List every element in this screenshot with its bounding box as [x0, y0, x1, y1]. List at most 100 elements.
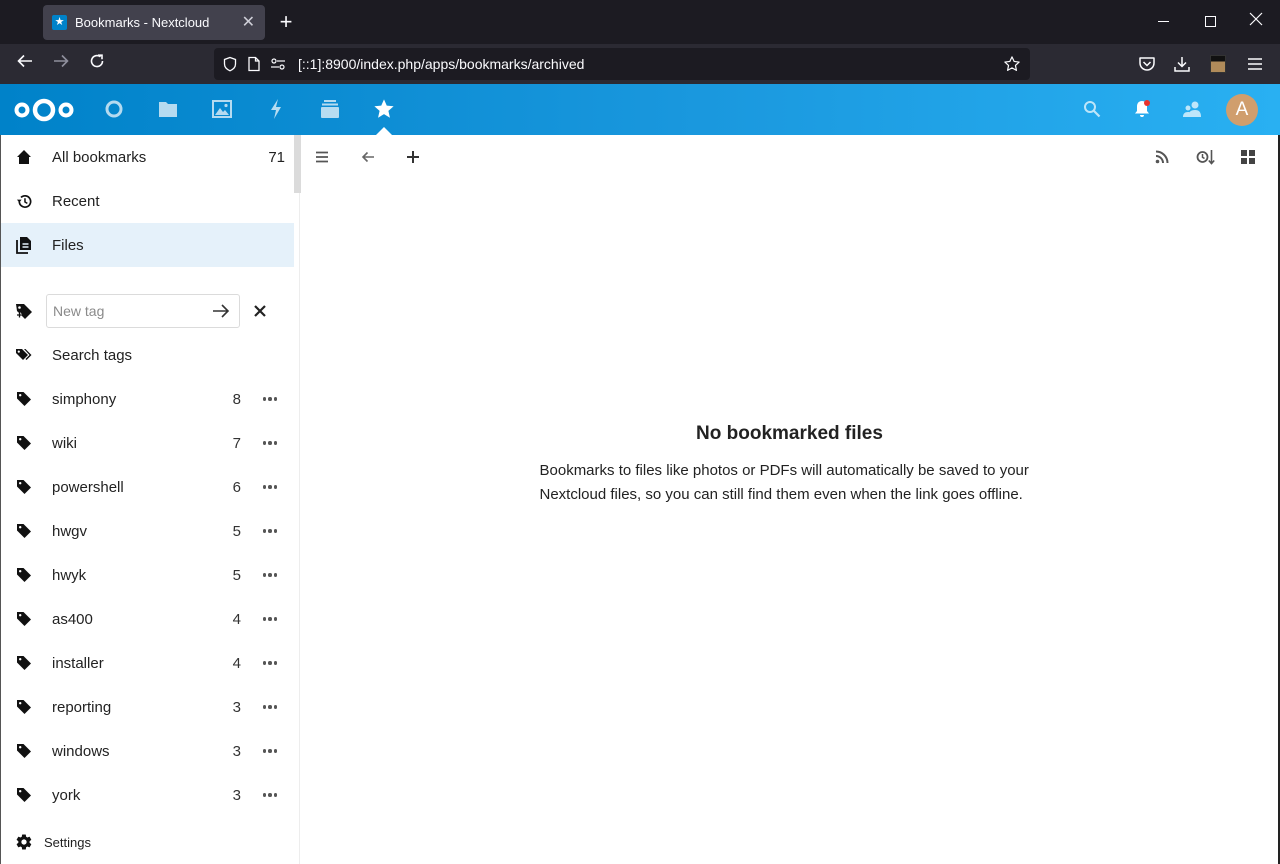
url-bar[interactable]: [::1]:8900/index.php/apps/bookmarks/arch… — [214, 48, 1030, 80]
tag-label: york — [52, 787, 80, 804]
app-photos[interactable] — [210, 97, 234, 121]
new-tag-form — [1, 293, 294, 329]
sidebar-tag-item[interactable]: windows3 — [1, 729, 294, 773]
pocket-icon — [1138, 56, 1156, 72]
tag-actions-button[interactable] — [259, 564, 281, 586]
tag-count: 5 — [221, 523, 241, 540]
more-horizontal-icon — [263, 529, 278, 533]
notifications-button[interactable] — [1130, 97, 1154, 121]
tag-actions-button[interactable] — [259, 388, 281, 410]
tag-actions-button[interactable] — [259, 784, 281, 806]
close-tab-icon[interactable]: ✕ — [242, 15, 255, 31]
home-icon — [15, 148, 33, 166]
app-menu-button[interactable] — [1243, 52, 1267, 76]
tag-actions-button[interactable] — [259, 432, 281, 454]
menu-icon — [315, 151, 329, 163]
file-document-icon — [15, 236, 33, 254]
gear-icon — [15, 833, 33, 851]
sidebar-item-all-bookmarks[interactable]: All bookmarks 71 — [1, 135, 294, 179]
sidebar-tag-item[interactable]: york3 — [1, 773, 294, 817]
stack-icon — [320, 99, 340, 119]
url-text[interactable]: [::1]:8900/index.php/apps/bookmarks/arch… — [298, 56, 1002, 72]
app-dashboard[interactable] — [102, 97, 126, 121]
extension-button[interactable] — [1206, 52, 1230, 76]
tag-actions-button[interactable] — [259, 520, 281, 542]
shield-icon[interactable] — [222, 56, 238, 72]
history-icon — [15, 192, 33, 210]
folder-icon — [158, 100, 178, 118]
tag-label: simphony — [52, 391, 116, 408]
nextcloud-header: A — [0, 84, 1280, 135]
new-tab-button[interactable]: + — [276, 10, 296, 34]
minimize-button[interactable] — [1151, 10, 1175, 34]
more-horizontal-icon — [263, 749, 278, 753]
more-horizontal-icon — [263, 617, 278, 621]
forward-button[interactable] — [47, 50, 75, 78]
settings-button[interactable]: Settings — [1, 829, 294, 855]
sidebar-item-files[interactable]: Files — [1, 223, 294, 267]
sidebar-tag-item[interactable]: hwgv5 — [1, 509, 294, 553]
sidebar-tag-item[interactable]: simphony8 — [1, 377, 294, 421]
more-horizontal-icon — [263, 661, 278, 665]
permissions-icon[interactable] — [270, 56, 286, 72]
tag-icon — [15, 742, 33, 760]
user-avatar[interactable]: A — [1226, 94, 1258, 126]
app-bookmarks[interactable] — [372, 97, 396, 121]
bookmark-star-icon[interactable] — [1002, 54, 1022, 74]
back-button[interactable] — [11, 50, 39, 78]
more-horizontal-icon — [263, 705, 278, 709]
reload-icon — [88, 52, 106, 70]
tag-icon — [15, 434, 33, 452]
tag-actions-button[interactable] — [259, 652, 281, 674]
rss-feed-button[interactable] — [1151, 146, 1173, 168]
maximize-button[interactable] — [1198, 10, 1222, 34]
tag-count: 6 — [221, 479, 241, 496]
browser-tab[interactable]: ★ Bookmarks - Nextcloud ✕ — [43, 5, 265, 40]
sidebar-tag-item[interactable]: as4004 — [1, 597, 294, 641]
app-content: No bookmarked files Bookmarks to files l… — [301, 135, 1278, 864]
sidebar-item-search-tags[interactable]: Search tags — [1, 333, 294, 377]
tag-actions-button[interactable] — [259, 608, 281, 630]
search-button[interactable] — [1080, 97, 1104, 121]
reload-button[interactable] — [83, 50, 111, 78]
pocket-button[interactable] — [1135, 52, 1159, 76]
submit-new-tag-button[interactable] — [209, 300, 233, 322]
circle-icon — [104, 99, 124, 119]
sidebar-tag-item[interactable]: installer4 — [1, 641, 294, 685]
sidebar-tag-item[interactable]: powershell6 — [1, 465, 294, 509]
sidebar-item-label: All bookmarks — [52, 149, 146, 166]
view-mode-button[interactable] — [1237, 146, 1259, 168]
arrow-right-icon — [212, 303, 230, 319]
cancel-new-tag-button[interactable] — [249, 300, 271, 322]
sidebar-tag-item[interactable]: hwyk5 — [1, 553, 294, 597]
arrow-right-icon — [52, 52, 70, 70]
add-bookmark-button[interactable] — [402, 146, 424, 168]
tag-label: windows — [52, 743, 110, 760]
bell-icon — [1132, 99, 1152, 119]
app-activity[interactable] — [264, 97, 288, 121]
sidebar-scrollbar[interactable] — [294, 135, 301, 193]
tag-label: wiki — [52, 435, 77, 452]
sidebar-tag-item[interactable]: wiki7 — [1, 421, 294, 465]
close-window-button[interactable] — [1244, 10, 1268, 34]
tag-actions-button[interactable] — [259, 696, 281, 718]
sidebar-tag-item[interactable]: reporting3 — [1, 685, 294, 729]
contacts-button[interactable] — [1180, 97, 1204, 121]
back-arrow-icon — [361, 151, 375, 163]
page-icon[interactable] — [246, 56, 262, 72]
tag-actions-button[interactable] — [259, 476, 281, 498]
downloads-button[interactable] — [1170, 52, 1194, 76]
rss-icon — [1155, 150, 1169, 164]
nextcloud-logo[interactable] — [13, 96, 75, 124]
app-deck[interactable] — [318, 97, 342, 121]
back-button[interactable] — [357, 146, 379, 168]
tab-title: Bookmarks - Nextcloud — [75, 15, 242, 30]
tag-actions-button[interactable] — [259, 740, 281, 762]
app-files[interactable] — [156, 97, 180, 121]
toggle-navigation-button[interactable] — [311, 146, 333, 168]
browser-tab-bar: ★ Bookmarks - Nextcloud ✕ + — [0, 0, 1280, 44]
empty-content-description: Bookmarks to files like photos or PDFs w… — [540, 459, 1040, 507]
sort-button[interactable] — [1195, 146, 1217, 168]
sidebar-item-recent[interactable]: Recent — [1, 179, 294, 223]
tag-icon — [15, 566, 33, 584]
